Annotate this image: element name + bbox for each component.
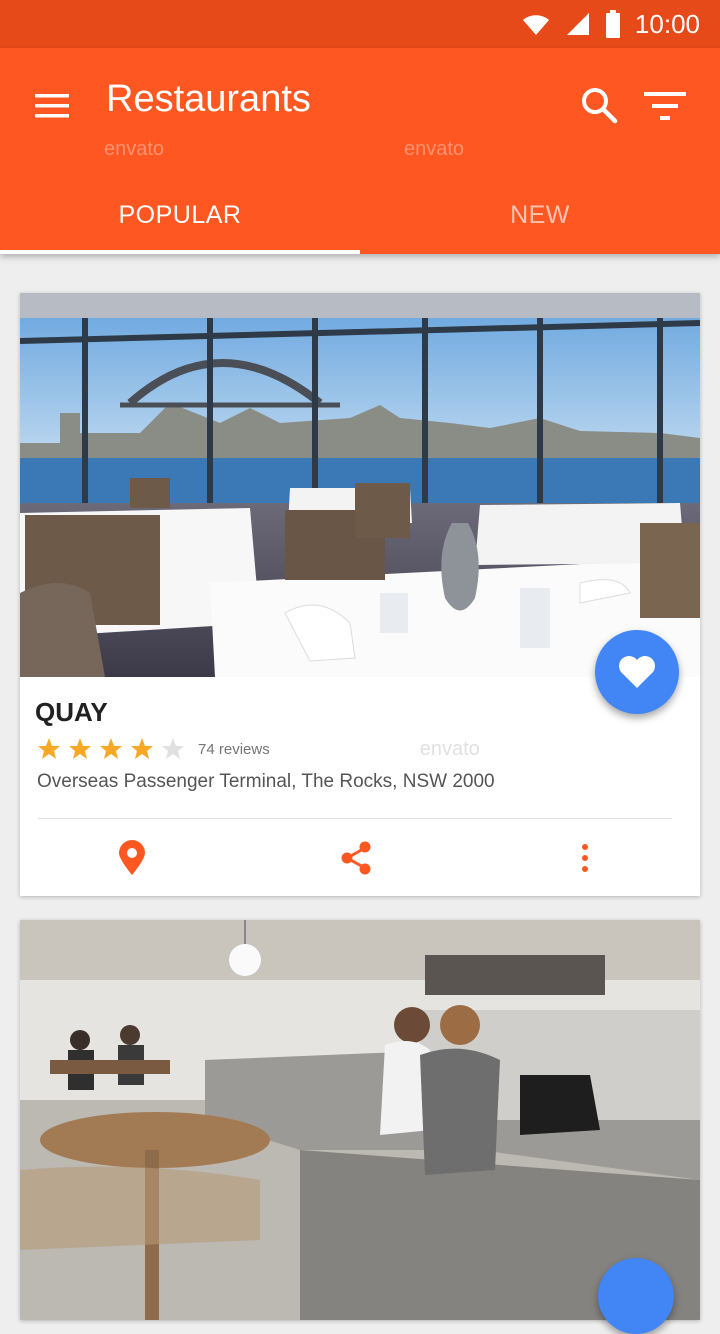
more-vert-icon bbox=[582, 844, 588, 872]
restaurant-photo bbox=[20, 293, 700, 677]
tab-indicator bbox=[0, 250, 360, 254]
watermark: envato bbox=[419, 737, 480, 760]
star-filled-icon bbox=[69, 738, 91, 759]
signal-icon bbox=[566, 13, 589, 35]
filter-button[interactable] bbox=[640, 84, 690, 128]
divider bbox=[38, 818, 672, 819]
more-button[interactable] bbox=[560, 833, 610, 883]
tab-popular[interactable]: POPULAR bbox=[0, 176, 360, 254]
battery-icon bbox=[605, 10, 620, 38]
restaurant-name: QUAY bbox=[35, 697, 108, 727]
search-button[interactable] bbox=[578, 84, 622, 128]
star-empty-icon bbox=[162, 738, 184, 759]
search-icon bbox=[582, 88, 618, 124]
app-bar: Restaurants envato envato POPULAR NEW bbox=[0, 48, 720, 254]
share-icon bbox=[341, 841, 371, 875]
restaurant-photo bbox=[20, 920, 700, 1320]
menu-icon bbox=[35, 94, 69, 118]
rating: 74 reviews envato bbox=[35, 736, 480, 762]
favorite-button[interactable] bbox=[595, 630, 679, 714]
share-button[interactable] bbox=[331, 833, 381, 883]
tab-new[interactable]: NEW bbox=[360, 176, 720, 254]
star-filled-icon bbox=[100, 738, 122, 759]
heart-icon bbox=[619, 656, 655, 688]
review-count: 74 reviews bbox=[198, 740, 270, 758]
star-filled-icon bbox=[131, 738, 153, 759]
status-time: 10:00 bbox=[634, 8, 700, 39]
status-icons: 10:00 bbox=[521, 8, 700, 40]
restaurant-card[interactable]: QUAY 74 reviews envato Overseas Passenge… bbox=[20, 293, 700, 896]
star-rating bbox=[35, 737, 190, 761]
location-button[interactable] bbox=[107, 833, 157, 883]
status-bar: 10:00 bbox=[0, 0, 720, 48]
tab-bar: POPULAR NEW bbox=[0, 176, 720, 254]
page-title: Restaurants bbox=[106, 78, 311, 120]
filter-icon bbox=[644, 92, 686, 120]
favorite-button[interactable] bbox=[598, 1258, 674, 1334]
restaurant-card[interactable] bbox=[20, 920, 700, 1320]
watermark: envato bbox=[404, 138, 465, 160]
wifi-icon bbox=[522, 15, 549, 35]
star-filled-icon bbox=[38, 738, 60, 759]
location-pin-icon bbox=[119, 840, 145, 875]
menu-button[interactable] bbox=[30, 84, 74, 128]
watermark: envato bbox=[104, 138, 165, 160]
restaurant-address: Overseas Passenger Terminal, The Rocks, … bbox=[37, 771, 495, 792]
